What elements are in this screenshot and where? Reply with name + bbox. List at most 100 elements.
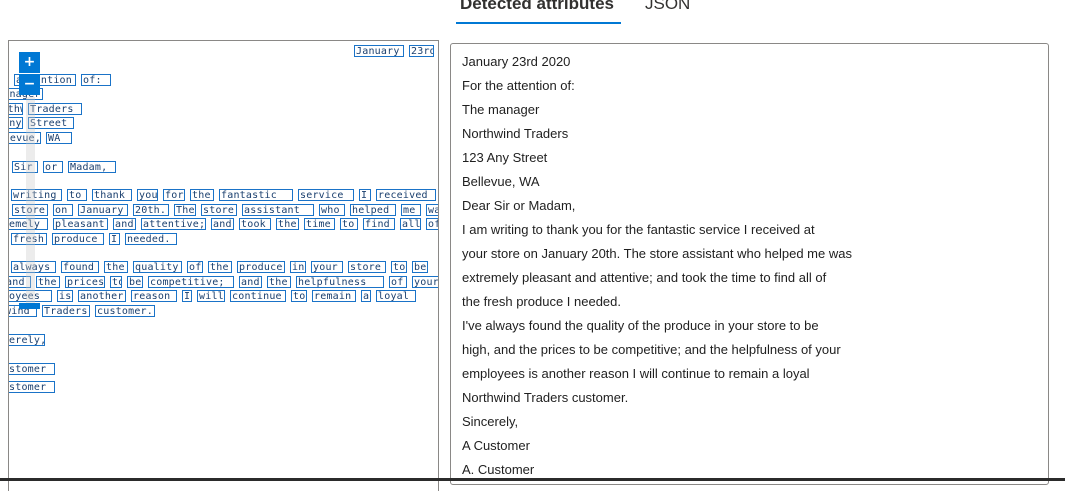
ocr-word-box[interactable]: your xyxy=(412,276,438,288)
ocr-word-box[interactable]: find xyxy=(363,218,395,230)
ocr-word-box[interactable]: stomer xyxy=(9,363,55,375)
ocr-word-box[interactable]: for xyxy=(163,189,185,201)
extracted-line: I've always found the quality of the pro… xyxy=(462,318,819,333)
ocr-word-box[interactable]: WA xyxy=(46,132,72,144)
ocr-word-box[interactable]: the xyxy=(208,261,232,273)
ocr-word-box[interactable]: Traders xyxy=(28,103,82,115)
ocr-word-box[interactable]: Northwind xyxy=(9,103,23,115)
extracted-line: Northwind Traders customer. xyxy=(462,390,629,405)
ocr-word-box[interactable]: Traders xyxy=(42,305,90,317)
ocr-word-box[interactable]: loyal xyxy=(376,290,416,302)
ocr-word-box[interactable]: continue xyxy=(230,290,286,302)
ocr-word-box[interactable]: the xyxy=(276,218,299,230)
ocr-word-box[interactable]: time xyxy=(304,218,335,230)
ocr-word-box[interactable]: Madam, xyxy=(68,161,116,173)
ocr-word-box[interactable]: customer. xyxy=(95,305,155,317)
ocr-word-box[interactable]: received xyxy=(376,189,436,201)
ocr-word-box[interactable]: all xyxy=(400,218,421,230)
extracted-line: For the attention of: xyxy=(462,78,575,93)
ocr-word-box[interactable]: store xyxy=(348,261,386,273)
ocr-word-box[interactable]: the xyxy=(190,189,214,201)
ocr-word-box[interactable]: The xyxy=(174,204,196,216)
ocr-word-box[interactable]: me xyxy=(401,204,421,216)
ocr-word-box[interactable]: competitive; xyxy=(148,276,234,288)
ocr-word-box[interactable]: quality xyxy=(133,261,182,273)
ocr-word-box[interactable]: who xyxy=(319,204,345,216)
extracted-text-panel: January 23rd 2020 For the attention of: Th… xyxy=(450,43,1049,485)
extracted-line: The manager xyxy=(462,102,540,117)
ocr-word-box[interactable]: the xyxy=(36,276,60,288)
ocr-word-box[interactable]: a xyxy=(361,290,371,302)
ocr-word-box[interactable]: attentive; xyxy=(141,218,206,230)
extracted-line: high, and the prices to be competitive; … xyxy=(462,342,841,357)
extracted-line: your store on January 20th. The store as… xyxy=(462,246,852,261)
ocr-word-box[interactable]: stomer xyxy=(9,381,55,393)
ocr-word-box[interactable]: helped xyxy=(350,204,396,216)
ocr-word-box[interactable]: I xyxy=(109,233,120,245)
ocr-word-box[interactable]: helpfulness xyxy=(296,276,384,288)
tab-detected-attributes[interactable]: Detected attributes xyxy=(460,0,614,14)
ocr-word-box[interactable]: your xyxy=(311,261,343,273)
ocr-word-box[interactable]: to xyxy=(110,276,122,288)
zoom-out-button[interactable]: − xyxy=(19,74,40,95)
ocr-word-box[interactable]: January xyxy=(354,45,404,57)
ocr-word-box[interactable]: 23rd xyxy=(409,45,434,57)
ocr-word-box[interactable]: thank xyxy=(92,189,132,201)
ocr-word-box[interactable]: fantastic xyxy=(219,189,293,201)
ocr-word-box[interactable]: service xyxy=(298,189,354,201)
ocr-word-box[interactable]: on xyxy=(53,204,73,216)
ocr-word-box[interactable]: For xyxy=(8,74,9,86)
ocr-word-box[interactable]: of xyxy=(426,218,438,230)
extracted-line: Bellevue, WA xyxy=(462,174,540,189)
ocr-word-box[interactable]: or xyxy=(43,161,63,173)
ocr-word-box[interactable]: Any xyxy=(9,117,23,129)
ocr-word-box[interactable]: the xyxy=(267,276,291,288)
ocr-word-box[interactable]: to xyxy=(291,290,307,302)
ocr-word-box[interactable]: I xyxy=(359,189,371,201)
active-tab-indicator xyxy=(456,22,621,24)
ocr-word-box[interactable]: and xyxy=(239,276,262,288)
document-preview[interactable]: January23rdForattentionof:managerNorthwi… xyxy=(8,40,439,491)
ocr-word-box[interactable]: in xyxy=(290,261,306,273)
ocr-word-box[interactable]: I xyxy=(182,290,192,302)
ocr-word-box[interactable]: was xyxy=(426,204,438,216)
ocr-word-box[interactable]: to xyxy=(391,261,407,273)
ocr-word-box[interactable]: remain xyxy=(312,290,356,302)
zoom-slider-track[interactable] xyxy=(26,97,35,307)
ocr-word-box[interactable]: took xyxy=(239,218,271,230)
extracted-line: Northwind Traders xyxy=(462,126,569,141)
ocr-word-box[interactable]: produce xyxy=(237,261,285,273)
ocr-word-box[interactable]: produce xyxy=(52,233,104,245)
ocr-word-box[interactable]: assistant xyxy=(242,204,314,216)
ocr-word-box[interactable]: erely, xyxy=(9,334,45,346)
ocr-word-box[interactable]: found xyxy=(61,261,99,273)
ocr-word-box[interactable]: Bellevue, xyxy=(9,132,41,144)
extracted-line: January 23rd 2020 xyxy=(462,54,571,69)
ocr-word-box[interactable]: of xyxy=(187,261,203,273)
ocr-word-box[interactable]: and xyxy=(113,218,136,230)
ocr-word-box[interactable]: be xyxy=(412,261,428,273)
ocr-word-box[interactable]: to xyxy=(340,218,358,230)
ocr-word-box[interactable]: of xyxy=(389,276,407,288)
ocr-word-box[interactable]: another xyxy=(78,290,126,302)
ocr-word-box[interactable]: of: xyxy=(81,74,111,86)
ocr-word-box[interactable]: you xyxy=(137,189,158,201)
zoom-in-button[interactable]: + xyxy=(19,52,40,73)
ocr-word-box[interactable]: needed. xyxy=(125,233,177,245)
ocr-word-box[interactable]: reason xyxy=(131,290,177,302)
zoom-slider-handle[interactable] xyxy=(19,303,40,309)
tab-json[interactable]: JSON xyxy=(645,0,690,14)
ocr-word-box[interactable]: store xyxy=(201,204,237,216)
ocr-word-box[interactable]: pleasant xyxy=(53,218,108,230)
ocr-word-box[interactable]: writing xyxy=(11,189,62,201)
ocr-word-box[interactable]: will xyxy=(197,290,225,302)
ocr-word-box[interactable]: and xyxy=(211,218,234,230)
ocr-word-box[interactable]: the xyxy=(104,261,128,273)
ocr-word-box[interactable]: to xyxy=(67,189,87,201)
ocr-word-box[interactable]: be xyxy=(127,276,143,288)
ocr-word-box[interactable]: prices xyxy=(65,276,105,288)
ocr-word-box[interactable]: 20th. xyxy=(133,204,169,216)
ocr-word-box[interactable]: is xyxy=(57,290,73,302)
extracted-line: extremely pleasant and attentive; and to… xyxy=(462,270,827,285)
ocr-word-box[interactable]: January xyxy=(78,204,128,216)
